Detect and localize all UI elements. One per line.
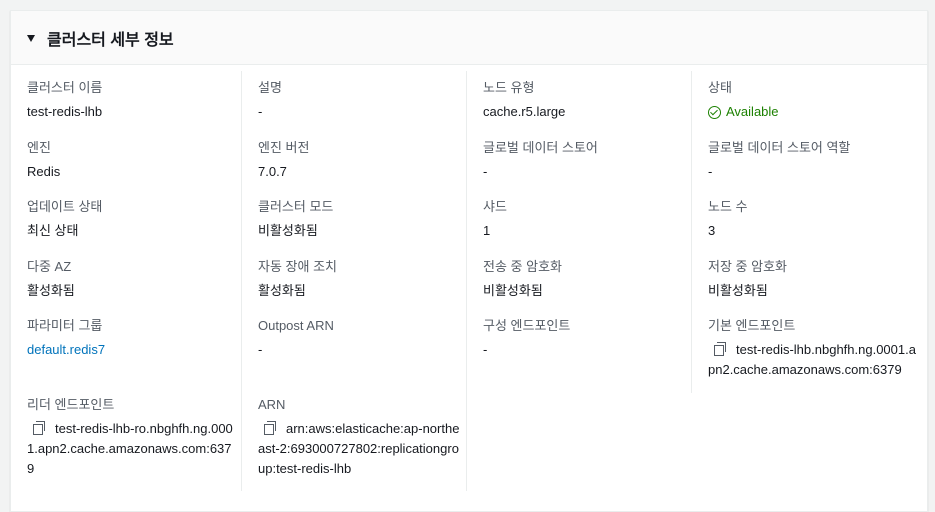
field-at-rest-encryption: 저장 중 암호화 비활성화됨: [708, 258, 923, 301]
field-config-endpoint: 구성 엔드포인트 -: [483, 317, 688, 360]
field-auto-failover: 자동 장애 조치 활성화됨: [258, 258, 463, 301]
field-shards: 샤드 1: [483, 198, 688, 241]
field-node-type: 노드 유형 cache.r5.large: [483, 79, 688, 122]
field-label: 자동 장애 조치: [258, 259, 337, 274]
field-outpost-arn: Outpost ARN -: [258, 317, 463, 360]
field-label: 저장 중 암호화: [708, 259, 787, 274]
field-value: 활성화됨: [258, 283, 306, 298]
details-grid: 클러스터 이름 test-redis-lhb 엔진 Redis 업데이트 상태 …: [11, 65, 927, 501]
field-label: 전송 중 암호화: [483, 259, 562, 274]
column-2: 설명 - 엔진 버전 7.0.7 클러스터 모드 비활성화됨 자동 장애 조치 …: [242, 71, 467, 501]
field-label: 다중 AZ: [27, 259, 72, 274]
field-global-datastore: 글로벌 데이터 스토어 -: [483, 139, 688, 182]
reader-endpoint-value: test-redis-lhb-ro.nbghfh.ng.0001.apn2.ca…: [27, 421, 233, 476]
field-primary-endpoint: 기본 엔드포인트 test-redis-lhb.nbghfh.ng.0001.a…: [708, 317, 923, 380]
field-update-status: 업데이트 상태 최신 상태: [27, 198, 238, 241]
field-label: 파라미터 그룹: [27, 318, 103, 333]
field-label: 샤드: [483, 199, 507, 214]
field-value: test-redis-lhb: [27, 104, 103, 119]
panel-header[interactable]: 클러스터 세부 정보: [11, 11, 927, 65]
field-cluster-name: 클러스터 이름 test-redis-lhb: [27, 79, 238, 122]
field-label: 글로벌 데이터 스토어 역할: [708, 140, 851, 155]
field-engine: 엔진 Redis: [27, 139, 238, 182]
field-status: 상태 Available: [708, 79, 923, 122]
field-node-count: 노드 수 3: [708, 198, 923, 241]
parameter-group-link[interactable]: default.redis7: [27, 342, 105, 357]
arn-value: arn:aws:elasticache:ap-northeast-2:69300…: [258, 421, 460, 476]
field-value: cache.r5.large: [483, 104, 566, 119]
status-value: Available: [726, 104, 779, 119]
field-description: 설명 -: [258, 79, 463, 122]
panel-title: 클러스터 세부 정보: [47, 31, 174, 49]
field-label: 설명: [258, 80, 282, 95]
field-cluster-mode: 클러스터 모드 비활성화됨: [258, 198, 463, 241]
field-parameter-group: 파라미터 그룹 default.redis7: [27, 317, 238, 360]
field-engine-version: 엔진 버전 7.0.7: [258, 139, 463, 182]
field-value: -: [258, 104, 263, 119]
field-label: ARN: [258, 397, 286, 412]
field-value: 7.0.7: [258, 164, 287, 179]
field-value: -: [483, 342, 488, 357]
copy-icon[interactable]: [714, 342, 728, 356]
field-label: 엔진: [27, 140, 51, 155]
field-value: 비활성화됨: [708, 283, 768, 298]
copy-icon[interactable]: [33, 421, 47, 435]
field-transit-encryption: 전송 중 암호화 비활성화됨: [483, 258, 688, 301]
field-value: -: [483, 164, 488, 179]
field-reader-endpoint: 리더 엔드포인트 test-redis-lhb-ro.nbghfh.ng.000…: [27, 396, 238, 479]
field-label: 노드 수: [708, 199, 748, 214]
caret-down-icon[interactable]: [27, 34, 35, 42]
field-label: 엔진 버전: [258, 140, 310, 155]
field-label: 기본 엔드포인트: [708, 318, 796, 333]
field-value: 비활성화됨: [483, 283, 543, 298]
copy-icon[interactable]: [264, 421, 278, 435]
field-label: 노드 유형: [483, 80, 535, 95]
cluster-details-panel: 클러스터 세부 정보 클러스터 이름 test-redis-lhb 엔진 Red…: [10, 10, 928, 512]
field-label: 클러스터 이름: [27, 80, 103, 95]
field-global-datastore-role: 글로벌 데이터 스토어 역할 -: [708, 139, 923, 182]
field-label: Outpost ARN: [258, 318, 334, 333]
primary-endpoint-value: test-redis-lhb.nbghfh.ng.0001.apn2.cache…: [708, 342, 916, 377]
field-label: 글로벌 데이터 스토어: [483, 140, 598, 155]
column-3: 노드 유형 cache.r5.large 글로벌 데이터 스토어 - 샤드 1 …: [467, 71, 692, 501]
field-label: 상태: [708, 80, 732, 95]
field-value: 3: [708, 223, 716, 238]
column-4: 상태 Available 글로벌 데이터 스토어 역할 - 노드 수 3 저장 …: [692, 71, 927, 501]
column-1: 클러스터 이름 test-redis-lhb 엔진 Redis 업데이트 상태 …: [11, 71, 242, 501]
field-label: 클러스터 모드: [258, 199, 334, 214]
field-multi-az: 다중 AZ 활성화됨: [27, 258, 238, 301]
field-value: 활성화됨: [27, 283, 75, 298]
field-value: 최신 상태: [27, 223, 79, 238]
field-value: -: [258, 342, 263, 357]
field-value: 1: [483, 223, 491, 238]
field-value: -: [708, 164, 713, 179]
field-label: 구성 엔드포인트: [483, 318, 571, 333]
field-label: 업데이트 상태: [27, 199, 103, 214]
status-success-icon: [708, 105, 721, 119]
field-value: Redis: [27, 164, 61, 179]
field-arn: ARN arn:aws:elasticache:ap-northeast-2:6…: [258, 396, 463, 479]
field-value: 비활성화됨: [258, 223, 318, 238]
field-label: 리더 엔드포인트: [27, 397, 115, 412]
